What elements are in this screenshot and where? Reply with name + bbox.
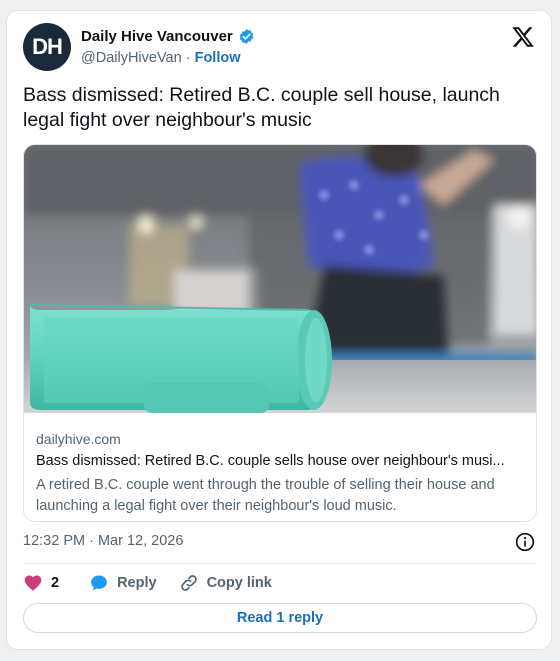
action-bar: 2 Reply Copy link — [23, 572, 272, 594]
reply-label: Reply — [117, 575, 157, 591]
post-text: Bass dismissed: Retired B.C. couple sell… — [23, 84, 500, 131]
avatar-letters: DH — [32, 34, 63, 59]
author-name-row: Daily Hive Vancouver — [81, 28, 255, 45]
divider — [23, 563, 535, 564]
reply-button[interactable]: Reply — [89, 573, 157, 593]
author-handle-row: @DailyHiveVan · Follow — [81, 50, 241, 66]
follow-button[interactable]: Follow — [195, 50, 241, 66]
article-thumbnail-image — [24, 145, 536, 413]
author-handle[interactable]: @DailyHiveVan — [81, 50, 182, 66]
verified-badge-icon — [239, 29, 253, 44]
info-icon[interactable] — [515, 532, 535, 552]
link-title: Bass dismissed: Retired B.C. couple sell… — [36, 453, 505, 469]
author-name[interactable]: Daily Hive Vancouver — [81, 28, 233, 45]
copy-link-label: Copy link — [206, 575, 272, 591]
x-logo-icon[interactable] — [511, 25, 535, 49]
link-preview-card[interactable]: dailyhive.com Bass dismissed: Retired B.… — [23, 144, 537, 522]
handle-separator: · — [185, 50, 191, 66]
heart-icon — [24, 575, 42, 591]
post-timestamp[interactable]: 12:32 PM · Mar 12, 2026 — [23, 533, 183, 549]
like-button[interactable]: 2 — [23, 573, 59, 593]
link-domain: dailyhive.com — [36, 431, 121, 447]
reply-bubble-icon — [91, 575, 107, 591]
link-description: A retired B.C. couple went through the t… — [36, 477, 495, 514]
embedded-post-card: DH Daily Hive Vancouver @DailyHiveVan · … — [6, 10, 552, 650]
link-icon — [180, 575, 197, 591]
like-count: 2 — [51, 575, 60, 591]
copy-link-button[interactable]: Copy link — [179, 573, 272, 593]
read-replies-button[interactable]: Read 1 reply — [23, 603, 537, 633]
avatar[interactable]: DH — [23, 23, 71, 71]
read-replies-label: Read 1 reply — [236, 610, 324, 626]
